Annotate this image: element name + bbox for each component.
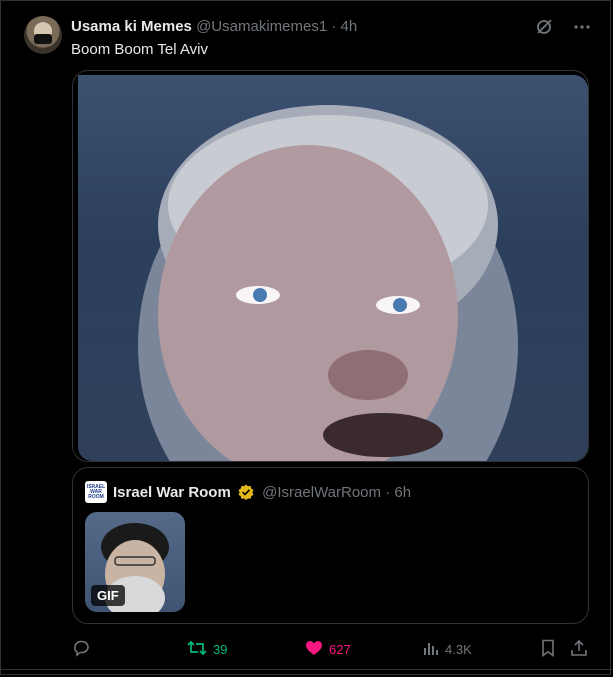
retweet-count: 39 (213, 641, 228, 657)
media-photo (78, 75, 588, 461)
quote-time[interactable]: 6h (394, 484, 411, 501)
views-icon (423, 640, 439, 659)
author-avatar[interactable] (24, 16, 62, 54)
more-icon[interactable] (571, 16, 593, 38)
tweet-time[interactable]: 4h (341, 18, 358, 35)
quoted-tweet[interactable]: ISRAEL WAR ROOM Israel War Room @IsraelW… (72, 467, 589, 624)
share-icon (570, 639, 588, 660)
tweet-text: Boom Boom Tel Aviv (71, 41, 209, 58)
gif-badge: GIF (91, 585, 125, 606)
like-count: 627 (329, 641, 351, 657)
share-button[interactable] (570, 636, 588, 662)
retweet-button[interactable]: 39 (187, 636, 227, 662)
tweet-header: Usama ki Memes @Usamakimemes1 · 4h (71, 17, 357, 37)
reply-button[interactable] (72, 636, 96, 662)
tweet-media-image[interactable] (72, 70, 589, 462)
quote-author-handle[interactable]: @IsraelWarRoom (262, 484, 381, 501)
divider (0, 669, 613, 670)
views-button[interactable]: 4.3K (423, 636, 472, 662)
quote-header: Israel War Room @IsraelWarRoom · 6h (113, 483, 411, 506)
author-handle[interactable]: @Usamakimemes1 (196, 18, 327, 35)
retweet-icon (187, 639, 207, 660)
heart-icon (305, 640, 323, 659)
quote-author-name[interactable]: Israel War Room (113, 484, 231, 501)
grok-icon[interactable] (533, 16, 555, 38)
bookmark-button[interactable] (540, 636, 556, 662)
bookmark-icon (540, 639, 556, 660)
top-icons (533, 16, 593, 38)
quote-separator: · (385, 484, 391, 501)
views-count: 4.3K (445, 641, 472, 657)
quote-author-logo[interactable]: ISRAEL WAR ROOM (85, 481, 107, 503)
reply-icon (72, 639, 90, 660)
action-bar: 39 627 4.3K (0, 636, 613, 662)
header-separator: · (331, 18, 337, 35)
like-button[interactable]: 627 (305, 636, 351, 662)
verified-badge-icon (238, 484, 254, 506)
quote-gif-thumbnail[interactable]: GIF (85, 512, 185, 612)
author-name[interactable]: Usama ki Memes (71, 18, 192, 35)
